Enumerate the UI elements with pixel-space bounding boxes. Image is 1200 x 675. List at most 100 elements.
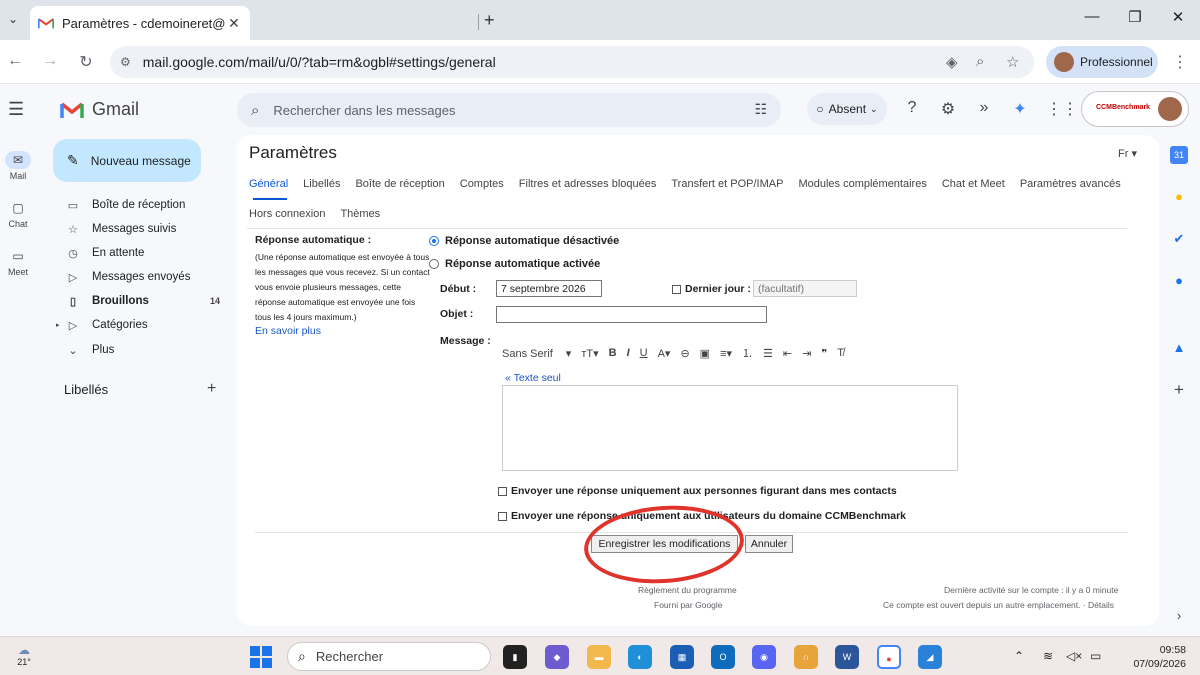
edge-icon[interactable]: ◐: [628, 645, 652, 669]
image-icon[interactable]: ▣: [700, 347, 710, 360]
nav-categories[interactable]: ▸ ▷ Catégories: [56, 314, 224, 336]
compose-button[interactable]: ✎ Nouveau message: [53, 139, 201, 182]
tab-accounts[interactable]: Comptes: [458, 178, 506, 190]
outlook-icon[interactable]: O: [711, 645, 735, 669]
program-policies-link[interactable]: Règlement du programme: [638, 585, 737, 595]
photos-icon[interactable]: ◢: [918, 645, 942, 669]
close-window-icon[interactable]: ✕: [1168, 8, 1188, 26]
contacts-icon[interactable]: ●: [1170, 272, 1188, 290]
back-icon[interactable]: ←: [5, 52, 25, 70]
windows-start-icon[interactable]: [250, 646, 272, 668]
indent-more-icon[interactable]: ⇥: [802, 347, 811, 360]
bold-icon[interactable]: B: [609, 347, 617, 359]
message-editor[interactable]: [502, 385, 958, 471]
start-date-field[interactable]: [496, 280, 602, 297]
m365-icon[interactable]: ◆: [545, 645, 569, 669]
headset-icon[interactable]: ∩: [794, 645, 818, 669]
show-side-panel-icon[interactable]: ›: [1170, 607, 1188, 625]
learn-more-link[interactable]: En savoir plus: [255, 325, 321, 337]
minimize-icon[interactable]: —: [1082, 8, 1102, 25]
keep-icon[interactable]: ●: [1170, 188, 1188, 206]
rail-chat[interactable]: ▢ Chat: [0, 199, 36, 229]
wifi-icon[interactable]: ≋: [1043, 649, 1053, 663]
url-text[interactable]: mail.google.com/mail/u/0/?tab=rm&ogbl#se…: [143, 54, 496, 70]
last-day-checkbox[interactable]: Dernier jour :: [672, 283, 751, 295]
zoom-icon[interactable]: ⌕: [976, 53, 984, 70]
taskbar-clock[interactable]: 09:58 07/09/2026: [1120, 643, 1186, 671]
new-tab-button[interactable]: +: [484, 10, 495, 31]
browser-tab[interactable]: Paramètres - cdemoineret@phc ✕: [30, 6, 250, 40]
profile-chip[interactable]: Professionnel: [1046, 46, 1158, 78]
nav-starred[interactable]: ☆ Messages suivis: [60, 218, 224, 240]
workspace-arrows-icon[interactable]: »: [974, 99, 994, 117]
indent-less-icon[interactable]: ⇤: [783, 347, 792, 360]
bookmark-star-icon[interactable]: ☆: [1006, 53, 1019, 71]
underline-icon[interactable]: U: [640, 347, 648, 359]
italic-icon[interactable]: I: [627, 347, 630, 359]
status-button[interactable]: ○ Absent ⌄: [807, 93, 887, 125]
align-icon[interactable]: ≡▾: [720, 347, 732, 360]
search-icon[interactable]: ⌕: [251, 102, 259, 119]
task-view-icon[interactable]: ▮: [503, 645, 527, 669]
reload-icon[interactable]: ↻: [76, 52, 96, 72]
rail-meet[interactable]: ▭ Meet: [0, 247, 36, 277]
browser-menu-icon[interactable]: ⋮: [1172, 52, 1188, 72]
input-tools-button[interactable]: Fr ▾: [1118, 147, 1137, 160]
nav-sent[interactable]: ▷ Messages envoyés: [60, 266, 224, 288]
rail-mail[interactable]: ✉ Mail: [0, 151, 36, 181]
tab-advanced[interactable]: Paramètres avancés: [1018, 178, 1123, 190]
tasks-icon[interactable]: ✔: [1170, 230, 1188, 248]
expand-arrow-icon[interactable]: ▸: [56, 321, 60, 329]
auto-reply-off-radio[interactable]: Réponse automatique désactivée: [429, 235, 619, 247]
tab-addons[interactable]: Modules complémentaires: [796, 178, 928, 190]
tab-inbox[interactable]: Boîte de réception: [353, 178, 446, 190]
settings-gear-icon[interactable]: ⚙: [938, 99, 958, 119]
tab-general[interactable]: Général: [247, 178, 290, 190]
forward-icon[interactable]: →: [40, 52, 60, 70]
last-day-field[interactable]: [753, 280, 857, 297]
contacts-only-checkbox[interactable]: Envoyer une réponse uniquement aux perso…: [498, 485, 897, 497]
gemini-icon[interactable]: ✦: [1010, 99, 1030, 119]
battery-icon[interactable]: ▭: [1090, 649, 1101, 663]
restore-icon[interactable]: ❐: [1125, 8, 1145, 26]
font-select[interactable]: Sans Serif ▾: [502, 347, 571, 360]
search-options-icon[interactable]: ☷: [754, 101, 767, 118]
file-explorer-icon[interactable]: ▬: [587, 645, 611, 669]
gmail-logo[interactable]: Gmail: [60, 99, 139, 120]
tab-chat-meet[interactable]: Chat et Meet: [940, 178, 1007, 190]
nav-drafts[interactable]: ▯ Brouillons 14: [60, 290, 224, 312]
nav-more[interactable]: ⌄ Plus: [60, 339, 224, 361]
discord-icon[interactable]: ◉: [752, 645, 776, 669]
tab-labels[interactable]: Libellés: [301, 178, 342, 190]
open-elsewhere-text[interactable]: Ce compte est ouvert depuis un autre emp…: [883, 600, 1114, 610]
tab-close-icon[interactable]: ✕: [226, 15, 242, 32]
tab-search-chevron-icon[interactable]: ⌄: [6, 12, 20, 28]
volume-muted-icon[interactable]: ◁×: [1066, 649, 1082, 663]
bulleted-list-icon[interactable]: ☰: [763, 347, 773, 360]
account-button[interactable]: CCMBenchmark: [1081, 91, 1189, 127]
weather-widget[interactable]: ☁ 21°: [10, 643, 38, 671]
chrome-icon[interactable]: ●: [877, 645, 901, 669]
tray-chevron-icon[interactable]: ⌃: [1014, 649, 1024, 663]
add-addon-icon[interactable]: +: [1170, 381, 1188, 399]
calendar-icon[interactable]: 31: [1170, 146, 1188, 164]
tab-forwarding[interactable]: Transfert et POP/IMAP: [669, 178, 785, 190]
nav-snoozed[interactable]: ◷ En attente: [60, 242, 224, 264]
numbered-list-icon[interactable]: ⒈: [742, 345, 753, 361]
omnibox[interactable]: ⚙ mail.google.com/mail/u/0/?tab=rm&ogbl#…: [110, 46, 1034, 78]
plain-text-link[interactable]: « Texte seul: [505, 372, 561, 384]
taskbar-search[interactable]: ⌕ Rechercher: [287, 642, 491, 671]
link-icon[interactable]: ⊖: [680, 347, 689, 360]
install-app-icon[interactable]: ◈: [946, 53, 958, 71]
help-icon[interactable]: ?: [902, 99, 922, 117]
subject-field[interactable]: [496, 306, 767, 323]
word-icon[interactable]: W: [835, 645, 859, 669]
tab-offline[interactable]: Hors connexion: [247, 208, 327, 220]
text-color-icon[interactable]: A▾: [658, 347, 671, 360]
ads-icon[interactable]: ▲: [1170, 339, 1188, 357]
auto-reply-on-radio[interactable]: Réponse automatique activée: [429, 258, 600, 270]
mail-search-bar[interactable]: ⌕ Rechercher dans les messages ☷: [237, 93, 781, 127]
font-size-icon[interactable]: тT▾: [581, 347, 598, 360]
cancel-button[interactable]: Annuler: [745, 535, 793, 553]
add-label-icon[interactable]: +: [207, 380, 216, 398]
